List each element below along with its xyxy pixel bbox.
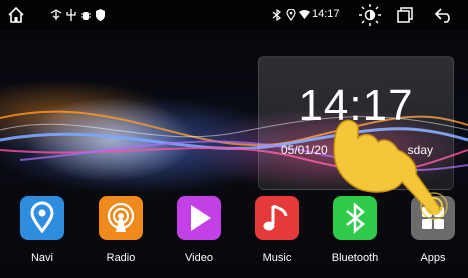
app-label-apps: Apps (420, 252, 446, 264)
usb-connected-icon (66, 9, 76, 21)
recent-apps-icon[interactable] (396, 6, 414, 24)
location-pin-icon (30, 201, 54, 234)
app-label-radio: Radio (106, 252, 136, 264)
play-icon (191, 205, 211, 231)
navi-tile[interactable] (20, 196, 64, 240)
app-radio[interactable]: Radio (94, 196, 148, 264)
status-bar: 14:17 (0, 0, 468, 30)
status-time: 14:17 (312, 8, 340, 20)
radio-tile[interactable] (99, 196, 143, 240)
app-label-video: Video (185, 252, 213, 264)
home-screen: 14:17 14:17 05/01/20 sday Navi Radio Vid… (0, 0, 468, 278)
back-icon[interactable] (434, 6, 454, 24)
usb-icon (50, 9, 62, 20)
app-label-navi: Navi (30, 252, 53, 264)
wifi-icon (299, 10, 310, 19)
pointing-hand-icon (333, 119, 448, 220)
bluetooth-status-icon (272, 9, 281, 21)
debug-icon (81, 12, 91, 20)
brightness-icon[interactable] (358, 3, 382, 27)
music-tile[interactable] (255, 196, 299, 240)
radio-broadcast-icon (107, 202, 135, 232)
app-music[interactable]: Music (250, 196, 304, 264)
app-label-music: Music (262, 252, 292, 264)
app-navi[interactable]: Navi (15, 196, 69, 264)
video-tile[interactable] (177, 196, 221, 240)
home-icon[interactable] (6, 5, 26, 25)
location-status-icon (286, 9, 296, 21)
app-video[interactable]: Video (172, 196, 226, 264)
shield-icon (96, 9, 105, 21)
app-label-bluetooth: Bluetooth (331, 252, 379, 264)
music-note-icon (263, 204, 288, 231)
